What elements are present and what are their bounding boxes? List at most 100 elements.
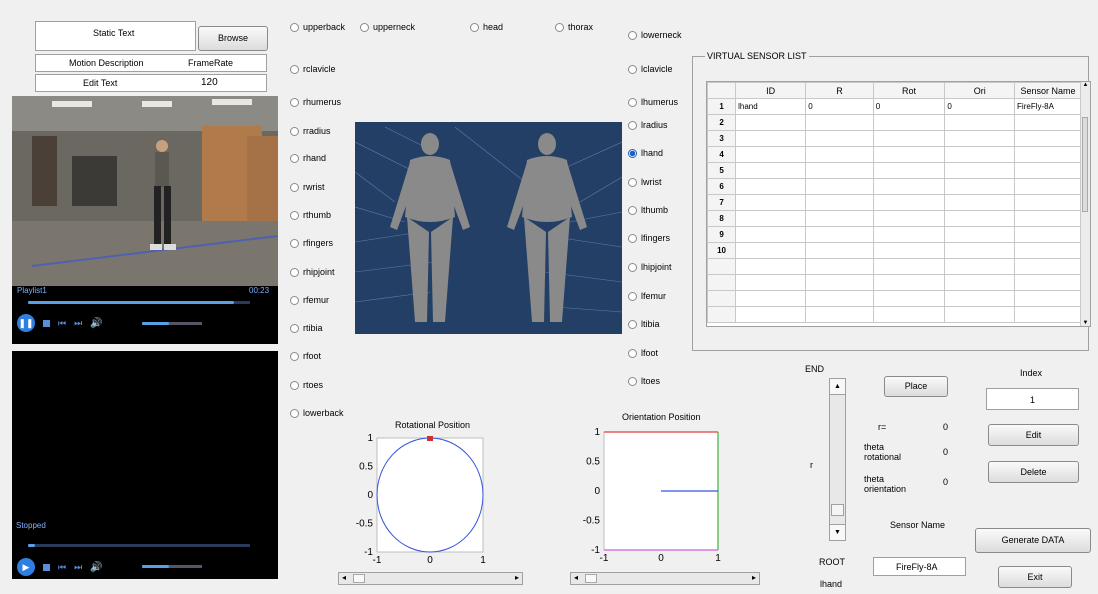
table-cell[interactable] <box>1014 178 1082 195</box>
edit-text-box[interactable]: Edit Text 120 <box>35 74 267 92</box>
table-cell[interactable] <box>944 290 1016 307</box>
table-cell[interactable]: FireFly-8A <box>1014 98 1082 115</box>
joint-radio-rwrist[interactable]: rwrist <box>290 182 325 192</box>
column-header[interactable]: Sensor Name <box>1014 82 1082 99</box>
joint-radio-rfoot[interactable]: rfoot <box>290 351 321 361</box>
rot-scroll-thumb[interactable] <box>353 574 365 583</box>
joint-radio-lhumerus[interactable]: lhumerus <box>628 97 678 107</box>
table-cell[interactable] <box>872 242 946 259</box>
scroll-down-icon[interactable]: ▼ <box>1081 320 1090 326</box>
table-cell[interactable] <box>805 306 874 323</box>
table-cell[interactable] <box>1014 226 1082 243</box>
ori-scroll-thumb[interactable] <box>585 574 597 583</box>
scrollbar-thumb[interactable] <box>1082 117 1088 212</box>
table-cell[interactable] <box>1014 290 1082 307</box>
table-cell[interactable] <box>944 242 1016 259</box>
joint-radio-rclavicle[interactable]: rclavicle <box>290 64 336 74</box>
joint-radio-rhand[interactable]: rhand <box>290 153 326 163</box>
column-header[interactable]: Ori <box>944 82 1016 99</box>
table-cell[interactable] <box>944 178 1016 195</box>
play-icon[interactable]: ▶ <box>17 558 35 576</box>
video-player-2[interactable]: Stopped ▶ ⏮ ⏭ 🔊 <box>12 351 278 579</box>
table-row[interactable]: 9 <box>707 226 1082 243</box>
table-cell[interactable] <box>944 258 1016 275</box>
table-cell[interactable] <box>944 226 1016 243</box>
table-cell[interactable] <box>1014 258 1082 275</box>
table-cell[interactable] <box>735 306 807 323</box>
table-row[interactable] <box>707 306 1082 323</box>
table-cell[interactable] <box>944 210 1016 227</box>
table-cell[interactable] <box>735 178 807 195</box>
joint-radio-upperback[interactable]: upperback <box>290 22 345 32</box>
joint-radio-thorax[interactable]: thorax <box>555 22 593 32</box>
table-cell[interactable] <box>872 210 946 227</box>
table-cell[interactable] <box>735 194 807 211</box>
table-cell[interactable] <box>944 274 1016 291</box>
table-cell[interactable] <box>944 194 1016 211</box>
table-cell[interactable] <box>735 146 807 163</box>
table-cell[interactable] <box>735 162 807 179</box>
table-cell[interactable] <box>735 130 807 147</box>
joint-radio-lhand[interactable]: lhand <box>628 148 663 158</box>
table-row[interactable]: 8 <box>707 210 1082 227</box>
table-cell[interactable] <box>805 210 874 227</box>
joint-radio-lwrist[interactable]: lwrist <box>628 177 662 187</box>
table-cell[interactable] <box>944 162 1016 179</box>
delete-button[interactable]: Delete <box>988 461 1079 483</box>
scroll-right-icon-2[interactable]: ▸ <box>752 573 756 582</box>
index-field[interactable]: 1 <box>986 388 1079 410</box>
video-player-1[interactable]: Playlist1 00:23 ❚❚ ⏮ ⏭ 🔊 <box>12 96 278 344</box>
table-cell[interactable] <box>944 146 1016 163</box>
scroll-up-icon[interactable]: ▲ <box>1081 82 1090 88</box>
table-row[interactable] <box>707 258 1082 275</box>
slider-up-icon[interactable]: ▲ <box>830 379 845 395</box>
slider-down-icon[interactable]: ▼ <box>830 524 845 540</box>
table-row[interactable] <box>707 274 1082 291</box>
previous-icon-2[interactable]: ⏮ <box>58 562 66 573</box>
table-row[interactable] <box>707 290 1082 307</box>
table-cell[interactable] <box>805 162 874 179</box>
table-row[interactable]: 5 <box>707 162 1082 179</box>
table-cell[interactable] <box>872 306 946 323</box>
table-scrollbar[interactable]: ▲ ▼ <box>1080 82 1090 326</box>
sensor-name-field[interactable]: FireFly-8A <box>873 557 966 576</box>
table-cell[interactable] <box>944 306 1016 323</box>
table-cell[interactable] <box>735 242 807 259</box>
table-cell[interactable] <box>1014 210 1082 227</box>
table-cell[interactable] <box>1014 146 1082 163</box>
player2-volume-slider[interactable] <box>142 565 202 568</box>
joint-radio-ltibia[interactable]: ltibia <box>628 319 660 329</box>
table-cell[interactable] <box>872 130 946 147</box>
table-row[interactable]: 4 <box>707 146 1082 163</box>
joint-radio-rhipjoint[interactable]: rhipjoint <box>290 267 335 277</box>
table-cell[interactable] <box>805 178 874 195</box>
joint-radio-rtibia[interactable]: rtibia <box>290 323 323 333</box>
joint-radio-ltoes[interactable]: ltoes <box>628 376 660 386</box>
table-cell[interactable] <box>805 290 874 307</box>
rot-horizontal-scroll[interactable]: ◂ ▸ <box>338 572 523 585</box>
joint-radio-lfingers[interactable]: lfingers <box>628 233 670 243</box>
stop-icon[interactable] <box>43 319 50 327</box>
table-cell[interactable] <box>872 226 946 243</box>
joint-radio-rfemur[interactable]: rfemur <box>290 295 329 305</box>
player1-volume-slider[interactable] <box>142 322 202 325</box>
table-cell[interactable] <box>872 290 946 307</box>
table-cell[interactable] <box>805 194 874 211</box>
table-cell[interactable] <box>872 146 946 163</box>
joint-radio-lclavicle[interactable]: lclavicle <box>628 64 673 74</box>
table-cell[interactable] <box>1014 242 1082 259</box>
edit-button[interactable]: Edit <box>988 424 1079 446</box>
table-cell[interactable]: lhand <box>735 98 807 115</box>
joint-radio-rfingers[interactable]: rfingers <box>290 238 333 248</box>
table-row[interactable]: 7 <box>707 194 1082 211</box>
table-cell[interactable] <box>1014 162 1082 179</box>
browse-button[interactable]: Browse <box>198 26 268 51</box>
table-cell[interactable] <box>805 146 874 163</box>
r-slider-thumb[interactable] <box>831 504 844 516</box>
place-button[interactable]: Place <box>884 376 948 397</box>
joint-radio-lradius[interactable]: lradius <box>628 120 668 130</box>
joint-radio-rradius[interactable]: rradius <box>290 126 331 136</box>
table-cell[interactable] <box>1014 130 1082 147</box>
player2-seek-bar[interactable] <box>28 544 250 547</box>
table-row[interactable]: 1 lhand 0 0 0 FireFly-8A <box>707 98 1082 115</box>
